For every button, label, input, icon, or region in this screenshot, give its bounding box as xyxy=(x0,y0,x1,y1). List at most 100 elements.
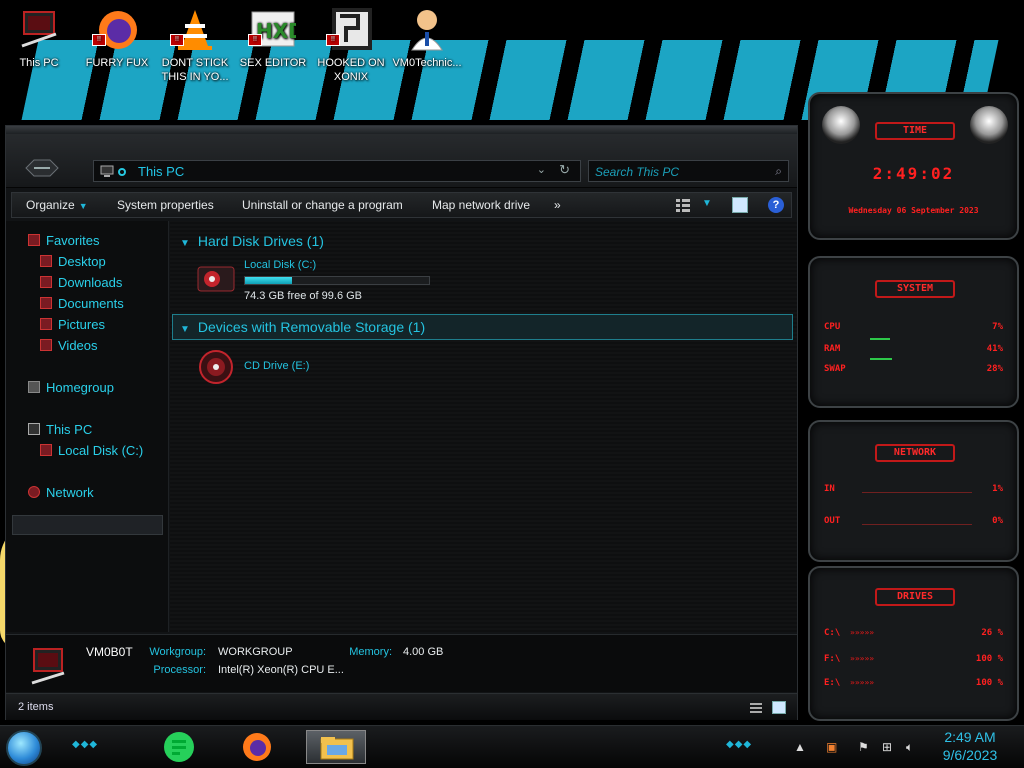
explorer-taskbar-button[interactable] xyxy=(306,730,366,764)
group-header-hdd[interactable]: ▼ Hard Disk Drives (1) xyxy=(180,233,324,249)
system-gadget-title: SYSTEM xyxy=(875,280,955,298)
drives-gadget-title: DRIVES xyxy=(875,588,955,606)
collapse-icon: ▼ xyxy=(180,324,190,335)
videos-folder-icon xyxy=(40,339,52,351)
drive-c-usage-bar xyxy=(244,276,430,285)
location-icon xyxy=(118,168,126,176)
preview-pane-icon[interactable] xyxy=(732,197,748,213)
drive-c-free-space: 74.3 GB free of 99.6 GB xyxy=(244,290,363,302)
xonix-game-icon: !! xyxy=(326,6,374,52)
pictures-folder-icon xyxy=(40,318,52,330)
drives-gadget[interactable]: DRIVES C:\ »»»»» 26 % F:\ »»»»» 100 % E:… xyxy=(808,566,1019,721)
drive-c-gadget-bar: »»»»» xyxy=(850,628,875,637)
address-bar[interactable]: This PC ⌄ ↻ xyxy=(93,160,581,182)
desktop-icon-sex-editor[interactable]: HXD !! SEX EDITOR xyxy=(236,6,310,70)
network-icon[interactable]: ⊞ xyxy=(882,740,892,754)
drive-f-gadget-value: 100 % xyxy=(975,654,1003,664)
gadget-clock: 2:49:02 xyxy=(872,164,955,183)
map-network-drive-button[interactable]: Map network drive xyxy=(432,198,530,212)
gadget-date: Wednesday 06 September 2023 xyxy=(848,206,979,215)
firefox-icon: !! xyxy=(92,6,140,52)
uninstall-program-button[interactable]: Uninstall or change a program xyxy=(242,198,403,212)
status-bar: 2 items xyxy=(6,693,797,720)
volume-icon[interactable]: 🔈︎ xyxy=(906,740,913,755)
item-count: 2 items xyxy=(18,701,54,713)
notes-app-icon[interactable] xyxy=(162,730,196,764)
nav-documents[interactable]: Documents xyxy=(40,296,124,314)
flag-icon[interactable]: ⚑ xyxy=(858,740,869,754)
alien-head-icon xyxy=(822,106,860,144)
nav-desktop[interactable]: Desktop xyxy=(40,254,106,272)
view-options-icon[interactable] xyxy=(676,198,690,212)
details-pane: VM0B0T Workgroup: WORKGROUP Memory: 4.00… xyxy=(6,634,797,692)
network-in-label: IN xyxy=(824,484,835,494)
drive-c-label[interactable]: Local Disk (C:) xyxy=(244,259,316,271)
ram-label: RAM xyxy=(824,344,841,354)
show-hidden-icons-icon[interactable]: ▲ xyxy=(794,740,806,754)
drive-e-gadget-bar: »»»»» xyxy=(850,678,875,687)
organize-button[interactable]: Organize ▼ xyxy=(26,198,88,212)
swap-value: 28% xyxy=(986,364,1003,374)
nav-local-disk[interactable]: Local Disk (C:) xyxy=(40,443,143,461)
start-button[interactable] xyxy=(6,730,42,766)
time-gadget[interactable]: TIME 2:49:02 Wednesday 06 September 2023 xyxy=(808,92,1019,240)
chevron-down-icon[interactable]: ⌄ xyxy=(537,163,546,176)
system-gadget[interactable]: SYSTEM CPU 7% RAM 41% SWAP 28% xyxy=(808,256,1019,408)
back-forward-icon[interactable] xyxy=(24,156,60,180)
nav-videos[interactable]: Videos xyxy=(40,338,98,356)
drive-f-gadget-label: F:\ xyxy=(824,654,841,664)
drive-f-gadget-bar: »»»»» xyxy=(850,654,875,663)
desktop-icon-hooked-on-xonix[interactable]: !! HOOKED ON XONIX xyxy=(314,6,388,84)
network-gadget[interactable]: NETWORK IN 1% OUT 0% xyxy=(808,420,1019,562)
group-header-removable-label: ▼ Devices with Removable Storage (1) xyxy=(180,319,426,335)
more-commands-button[interactable]: » xyxy=(554,198,561,212)
nav-network[interactable]: Network xyxy=(28,485,94,503)
network-out-graph xyxy=(862,524,972,525)
chevron-down-icon: ▼ xyxy=(78,201,88,211)
homegroup-icon xyxy=(28,381,40,393)
ram-graph xyxy=(870,338,890,340)
memory-value: 4.00 GB xyxy=(403,646,444,658)
chevron-down-icon[interactable]: ▼ xyxy=(702,198,712,209)
processor-label: Processor: xyxy=(153,664,206,676)
search-icon: ⌕ xyxy=(775,164,782,178)
details-view-icon[interactable] xyxy=(750,702,762,714)
refresh-icon[interactable]: ↻ xyxy=(559,162,570,178)
nav-this-pc[interactable]: This PC xyxy=(28,422,92,440)
workgroup-value: WORKGROUP xyxy=(218,646,293,658)
taskbar-decoration: ◆◆◆ xyxy=(72,739,99,750)
help-icon[interactable]: ? xyxy=(768,197,784,213)
swap-graph xyxy=(870,358,892,360)
window-chrome: This PC ⌄ ↻ Search This PC ⌕ xyxy=(6,126,797,188)
nav-favorites[interactable]: Favorites xyxy=(28,233,99,251)
clock-time: 2:49 AM xyxy=(944,729,996,745)
nav-pictures[interactable]: Pictures xyxy=(40,317,105,335)
drive-e-gadget-value: 100 % xyxy=(975,678,1003,688)
file-list: ▼ Hard Disk Drives (1) Local Disk (C:) 74… xyxy=(170,221,797,632)
desktop-icon-dont-stick[interactable]: !! DONT STICK THIS IN YO... xyxy=(158,6,232,84)
cpu-label: CPU xyxy=(824,322,841,332)
documents-folder-icon xyxy=(40,297,52,309)
swap-label: SWAP xyxy=(824,364,846,374)
firefox-icon[interactable] xyxy=(240,730,274,764)
nav-downloads[interactable]: Downloads xyxy=(40,275,122,293)
desktop-icon-furry-fux[interactable]: !! FURRY FUX xyxy=(80,6,154,70)
nav-selection-highlight xyxy=(12,515,163,535)
hard-drive-icon xyxy=(196,261,236,297)
nav-homegroup[interactable]: Homegroup xyxy=(28,380,114,398)
system-clock[interactable]: 2:49 AM 9/6/2023 xyxy=(938,728,1002,764)
downloads-folder-icon xyxy=(40,276,52,288)
search-input[interactable]: Search This PC ⌕ xyxy=(588,160,789,182)
computer-icon xyxy=(28,423,40,435)
computer-icon xyxy=(30,641,66,687)
large-icons-view-icon[interactable] xyxy=(772,701,786,714)
taskbar-decoration: ◆◆◆ xyxy=(726,739,753,750)
network-in-graph xyxy=(862,492,972,493)
alien-head-icon xyxy=(970,106,1008,144)
network-out-label: OUT xyxy=(824,516,841,526)
system-properties-button[interactable]: System properties xyxy=(117,198,214,212)
app-tray-icon[interactable]: ▣ xyxy=(826,740,837,754)
drive-e-label[interactable]: CD Drive (E:) xyxy=(244,360,309,372)
desktop-icon-vm0technic[interactable]: VM0Technic... xyxy=(390,6,464,70)
desktop-icon-this-pc[interactable]: This PC xyxy=(2,6,76,70)
